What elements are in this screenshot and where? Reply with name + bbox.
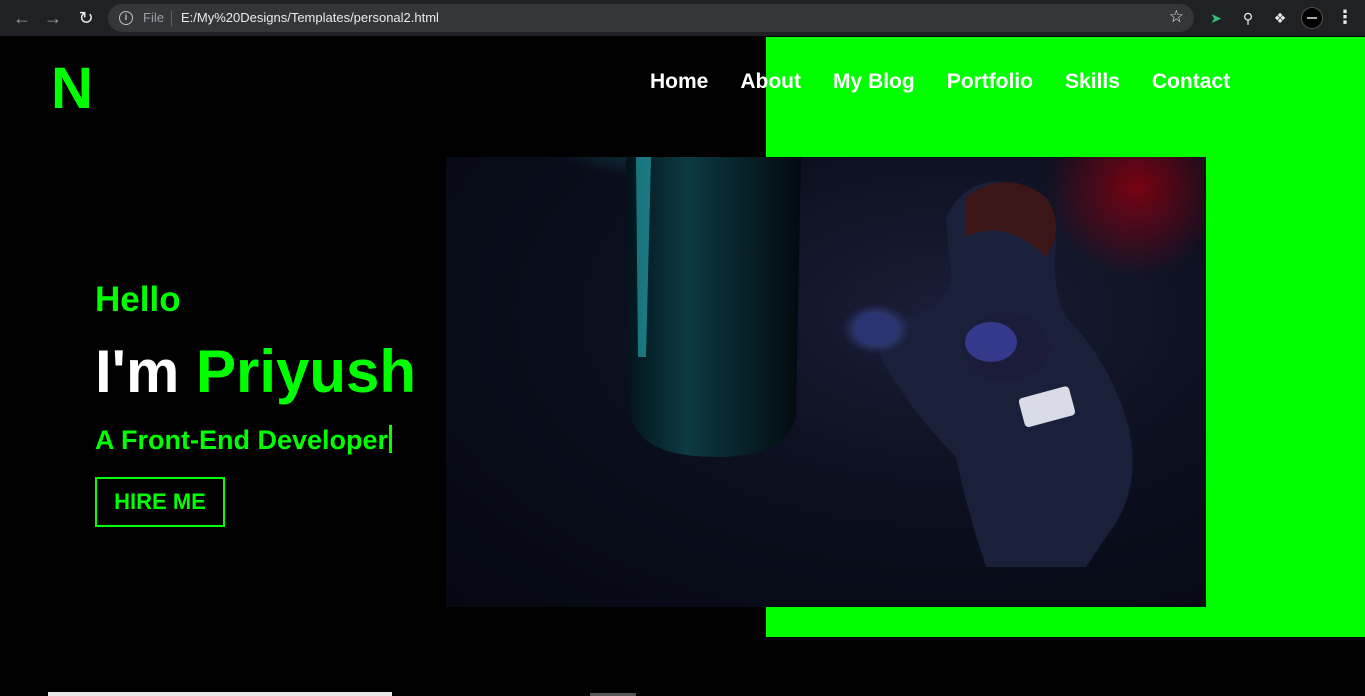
reload-button[interactable]: ↻ [73,6,99,30]
horizontal-scrollbar[interactable] [48,692,392,696]
file-label: File [143,10,164,25]
nav-skills[interactable]: Skills [1065,70,1120,94]
info-icon[interactable]: i [119,11,133,25]
typing-cursor [389,425,393,453]
hero-role: A Front-End Developer [95,425,393,456]
address-divider [171,11,172,26]
extension-search-icon[interactable]: ⚲ [1238,8,1258,28]
url-text[interactable]: E:/My%20Designs/Templates/personal2.html [181,10,439,25]
nav-about[interactable]: About [740,70,801,94]
browser-toolbar: ← → ↻ i File E:/My%20Designs/Templates/p… [0,0,1365,37]
puzzle-icon[interactable]: ❖ [1270,8,1290,28]
back-button[interactable]: ← [9,6,35,30]
main-nav: Home About My Blog Portfolio Skills Cont… [650,70,1262,94]
extension-cursor-icon[interactable]: ➤ [1206,8,1226,28]
kebab-menu-icon[interactable]: ⋮ [1336,6,1354,30]
star-icon[interactable]: ☆ [1169,7,1184,27]
site-logo[interactable]: N [51,57,93,121]
hero-role-text: A Front-End Developer [95,425,389,455]
address-bar[interactable]: i File E:/My%20Designs/Templates/persona… [108,4,1194,32]
nav-portfolio[interactable]: Portfolio [947,70,1033,94]
nav-my-blog[interactable]: My Blog [833,70,915,94]
hero-name: Priyush [195,338,417,405]
hero-greeting: Hello [95,280,181,319]
hero-boxer-image [446,157,1206,607]
profile-avatar[interactable] [1301,7,1323,29]
web-page: N Home About My Blog Portfolio Skills Co… [0,37,1365,696]
hero-intro: I'm Priyush [95,337,416,406]
hire-me-button[interactable]: HIRE ME [95,477,225,527]
nav-contact[interactable]: Contact [1152,70,1230,94]
hero-intro-prefix: I'm [95,338,180,405]
forward-button[interactable]: → [40,6,66,30]
nav-home[interactable]: Home [650,70,708,94]
